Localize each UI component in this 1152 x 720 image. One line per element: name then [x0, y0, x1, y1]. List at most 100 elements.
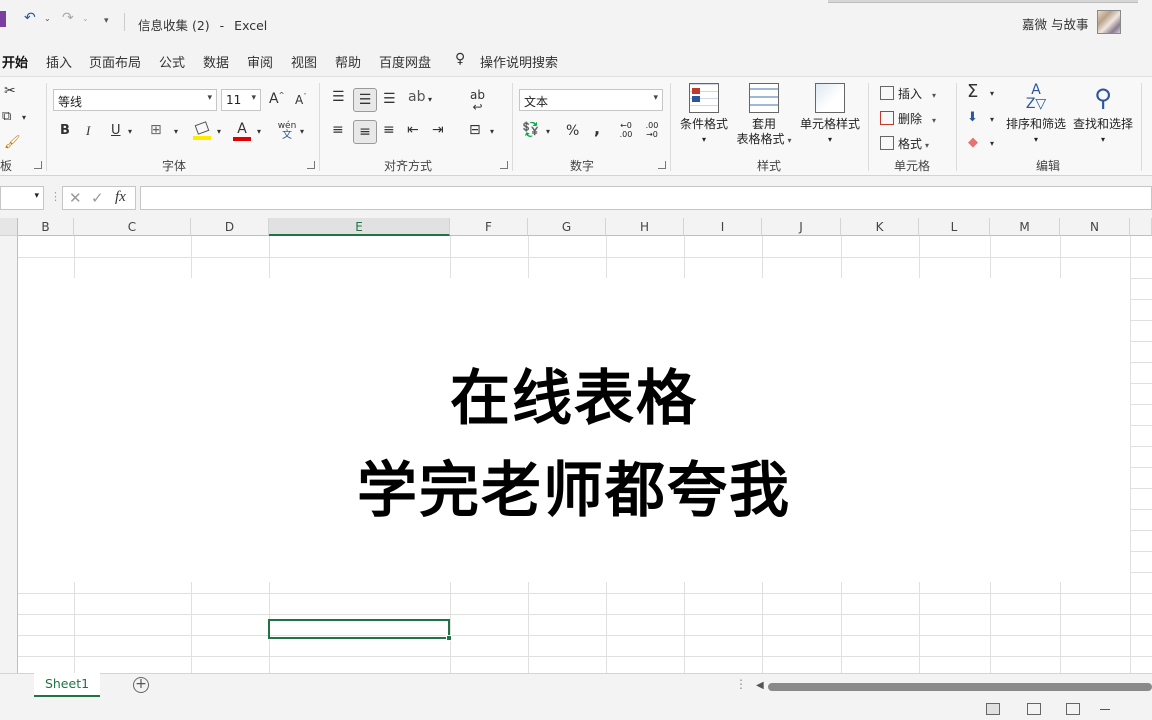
number-format-select[interactable]: 文本 ▾ [519, 89, 663, 111]
tab-baidu-netdisk[interactable]: 百度网盘 [379, 52, 431, 71]
bold-button[interactable]: B [60, 123, 70, 138]
borders-icon[interactable]: ⊞ [150, 122, 162, 138]
column-header-j[interactable]: J [762, 218, 841, 236]
column-header-k[interactable]: K [841, 218, 919, 236]
font-color-icon[interactable]: A [233, 121, 251, 141]
conditional-formatting-button[interactable]: 条件格式 ▾ [676, 83, 732, 147]
accounting-format-icon[interactable]: 💱 [522, 122, 539, 138]
merge-center-icon[interactable]: ⊟ [469, 122, 481, 138]
align-right-icon[interactable]: ≡ [383, 122, 395, 138]
select-all-corner[interactable] [0, 218, 18, 236]
fill-color-icon[interactable] [193, 121, 211, 140]
fill-down-icon[interactable]: ⬇ [967, 110, 978, 125]
format-cells-button[interactable]: 格式 ▾ [880, 135, 929, 152]
tab-home[interactable]: 开始 [2, 52, 28, 71]
align-top-icon[interactable]: ☰ [332, 89, 345, 105]
user-name[interactable]: 嘉微 与故事 [1022, 14, 1088, 33]
zoom-out-icon[interactable] [1100, 709, 1110, 710]
add-sheet-icon[interactable]: + [133, 677, 149, 693]
redo-dropdown-icon[interactable]: ⌄ [82, 14, 89, 23]
tab-data[interactable]: 数据 [203, 52, 229, 71]
column-header-next[interactable] [1130, 218, 1152, 236]
font-launcher-icon[interactable] [307, 161, 315, 169]
tab-splitter-icon[interactable]: ⋮ [735, 677, 747, 691]
column-header-m[interactable]: M [990, 218, 1060, 236]
normal-view-icon[interactable] [986, 703, 1000, 715]
font-size-select[interactable]: 11 ▾ [221, 89, 261, 111]
redo-icon[interactable]: ↷ [62, 10, 74, 26]
phonetic-dropdown-icon[interactable]: ▾ [300, 127, 304, 136]
find-select-button[interactable]: ⚲ 查找和选择 ▾ [1070, 83, 1136, 147]
avatar[interactable] [1097, 10, 1121, 34]
delete-cells-button[interactable]: 删除 ▾ [880, 110, 936, 127]
decrease-font-icon[interactable]: Aˇ [295, 93, 307, 107]
underline-button[interactable]: U [111, 123, 121, 138]
column-header-f[interactable]: F [450, 218, 528, 236]
autosum-icon[interactable]: Σ [967, 81, 978, 102]
underline-dropdown-icon[interactable]: ▾ [128, 127, 132, 136]
merge-dropdown-icon[interactable]: ▾ [490, 127, 494, 136]
page-break-view-icon[interactable] [1066, 703, 1080, 715]
comma-button[interactable]: , [594, 119, 600, 138]
font-color-dropdown-icon[interactable]: ▾ [257, 127, 261, 136]
tab-help[interactable]: 帮助 [335, 52, 361, 71]
copy-icon[interactable]: ⧉ [2, 109, 11, 124]
tab-page-layout[interactable]: 页面布局 [89, 52, 141, 71]
customize-toolbar-icon[interactable]: ▾ [104, 16, 109, 26]
column-header-c[interactable]: C [74, 218, 191, 236]
format-as-table-button[interactable]: 套用 表格格式 ▾ [733, 83, 795, 148]
column-header-d[interactable]: D [191, 218, 269, 236]
sheet-tab[interactable]: Sheet1 [34, 673, 100, 697]
resize-handle-icon[interactable]: ⋮ [50, 190, 61, 203]
row-headers[interactable] [0, 236, 18, 673]
align-center-icon[interactable]: ≡ [353, 120, 377, 144]
phonetic-icon[interactable]: wén 文 [276, 121, 298, 141]
clipboard-launcher-icon[interactable] [34, 161, 42, 169]
cell-styles-button[interactable]: 单元格样式 ▾ [798, 83, 862, 147]
number-launcher-icon[interactable] [658, 161, 666, 169]
increase-indent-icon[interactable]: ⇥ [432, 122, 444, 138]
fill-dropdown-icon[interactable]: ▾ [990, 115, 994, 124]
orientation-dropdown-icon[interactable]: ▾ [428, 95, 432, 104]
borders-dropdown-icon[interactable]: ▾ [174, 127, 178, 136]
scroll-left-icon[interactable]: ◀ [756, 680, 764, 691]
increase-decimal-icon[interactable]: ←0.00 [615, 121, 637, 139]
active-cell[interactable] [268, 619, 452, 641]
alignment-launcher-icon[interactable] [500, 161, 508, 169]
decrease-indent-icon[interactable]: ⇤ [407, 122, 419, 138]
insert-function-button[interactable]: fx [115, 189, 126, 206]
cancel-icon[interactable]: ✕ [69, 189, 82, 207]
column-header-n[interactable]: N [1060, 218, 1130, 236]
undo-dropdown-icon[interactable]: ⌄ [44, 14, 51, 23]
tab-insert[interactable]: 插入 [46, 52, 72, 71]
tab-formulas[interactable]: 公式 [159, 52, 185, 71]
tab-view[interactable]: 视图 [291, 52, 317, 71]
align-left-icon[interactable]: ≡ [332, 122, 344, 138]
column-header-i[interactable]: I [684, 218, 762, 236]
clear-icon[interactable]: ◆ [968, 135, 978, 150]
column-header-h[interactable]: H [606, 218, 684, 236]
align-middle-icon[interactable]: ☰ [353, 88, 377, 112]
font-name-select[interactable]: 等线 ▾ [53, 89, 217, 111]
copy-dropdown-icon[interactable]: ▾ [22, 113, 26, 122]
decrease-decimal-icon[interactable]: .00 →0 [641, 121, 663, 139]
clear-dropdown-icon[interactable]: ▾ [990, 139, 994, 148]
align-bottom-icon[interactable]: ☰ [383, 91, 396, 107]
italic-button[interactable]: I [86, 123, 90, 139]
fill-dropdown-icon[interactable]: ▾ [217, 127, 221, 136]
formula-input[interactable] [140, 186, 1152, 210]
enter-icon[interactable]: ✓ [91, 189, 104, 207]
cut-icon[interactable]: ✂ [4, 83, 16, 99]
horizontal-scrollbar[interactable] [768, 683, 1152, 691]
format-painter-icon[interactable]: 🖌 [4, 135, 21, 150]
tab-review[interactable]: 审阅 [247, 52, 273, 71]
undo-icon[interactable]: ↶ [24, 10, 36, 26]
insert-cells-button[interactable]: 插入 ▾ [880, 85, 936, 102]
tell-me-search[interactable]: 操作说明搜索 [480, 52, 558, 71]
column-header-e[interactable]: E [269, 218, 450, 236]
page-layout-view-icon[interactable] [1027, 703, 1041, 715]
accounting-dropdown-icon[interactable]: ▾ [546, 127, 550, 136]
sort-filter-button[interactable]: A Z▽ 排序和筛选 ▾ [1004, 83, 1068, 147]
percent-button[interactable]: % [566, 123, 579, 139]
column-header-l[interactable]: L [919, 218, 990, 236]
